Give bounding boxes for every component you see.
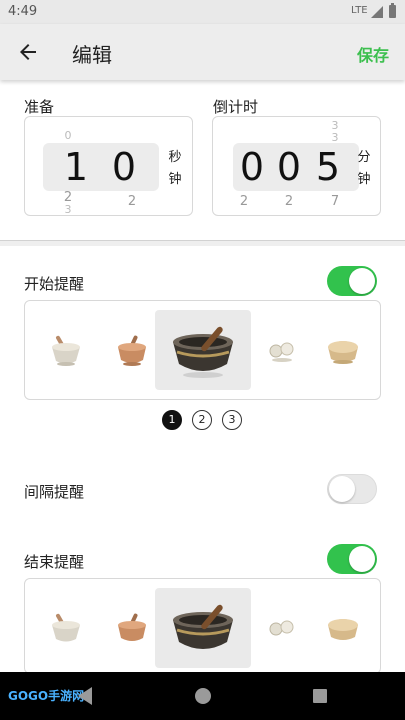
countdown-digit-below: 2 [239, 194, 249, 209]
page-dot[interactable]: 2 [192, 410, 212, 430]
prep-digit-tens[interactable]: 1 [59, 143, 93, 191]
prep-unit-char: 秒 [168, 150, 182, 165]
chimes-icon [269, 620, 294, 636]
back-arrow-icon[interactable] [16, 40, 40, 64]
interval-reminder-label: 间隔提醒 [24, 483, 85, 501]
carousel-pagination: 1 2 3 [162, 410, 244, 432]
system-nav-bar: GOGO手游网 [0, 672, 405, 720]
copper-bowl-icon [118, 613, 146, 641]
prep-digit-ones[interactable]: 0 [107, 143, 141, 191]
sound-option[interactable] [41, 579, 91, 673]
watermark-logo: GOGO手游网 [8, 689, 85, 703]
countdown-unit-char: 钟 [357, 172, 371, 187]
chimes-icon [269, 342, 294, 362]
save-button[interactable]: 保存 [357, 42, 389, 66]
gold-bowl-icon [328, 341, 358, 364]
nav-home-icon[interactable] [195, 688, 211, 704]
countdown-time-picker[interactable]: 3 3 0 0 5 2 2 7 分 钟 [212, 116, 381, 216]
prep-label: 准备 [24, 98, 55, 116]
app-bar: 编辑 保存 [0, 24, 405, 80]
end-sound-carousel[interactable] [24, 578, 381, 674]
start-reminder-toggle[interactable] [327, 266, 377, 296]
toggle-knob [349, 268, 375, 294]
status-bar: 4:49 LTE [0, 0, 405, 24]
section-divider [0, 240, 405, 246]
prep-digit-below: 2 [127, 194, 137, 209]
countdown-label: 倒计时 [213, 98, 259, 116]
signal-icon [371, 6, 383, 18]
sound-option-selected[interactable] [155, 310, 251, 390]
sound-option[interactable] [107, 579, 157, 673]
countdown-digit-below: 7 [330, 194, 340, 209]
singing-bowl-icon [173, 604, 233, 649]
sound-option[interactable] [259, 579, 309, 673]
prep-unit-char: 钟 [168, 172, 182, 187]
page-dot-active[interactable]: 1 [162, 410, 182, 430]
status-time: 4:49 [8, 4, 38, 19]
toggle-knob [349, 546, 375, 572]
sound-option[interactable] [259, 301, 309, 399]
sound-option[interactable] [41, 301, 91, 399]
sound-option[interactable] [321, 301, 371, 399]
mortar-bowl-icon [52, 613, 80, 642]
prep-digit-above: 0 [64, 129, 72, 142]
sound-option[interactable] [321, 579, 371, 673]
toggle-knob [329, 476, 355, 502]
interval-reminder-toggle[interactable] [327, 474, 377, 504]
page-title: 编辑 [72, 43, 112, 67]
singing-bowl-icon [173, 326, 233, 378]
end-reminder-label: 结束提醒 [24, 553, 85, 571]
nav-recents-icon[interactable] [313, 689, 327, 703]
copper-bowl-icon [118, 335, 146, 366]
countdown-unit-char: 分 [357, 150, 371, 165]
page-dot[interactable]: 3 [222, 410, 242, 430]
sound-option-selected[interactable] [155, 588, 251, 668]
sound-option[interactable] [107, 301, 157, 399]
mortar-bowl-icon [52, 335, 80, 366]
start-reminder-label: 开始提醒 [24, 275, 85, 293]
gold-bowl-icon [328, 619, 358, 640]
nav-back-icon[interactable] [78, 687, 92, 705]
start-sound-carousel[interactable] [24, 300, 381, 400]
end-reminder-toggle[interactable] [327, 544, 377, 574]
countdown-digit-below: 2 [284, 194, 294, 209]
prep-time-picker[interactable]: 0 1 0 2 2 3 秒 钟 [24, 116, 193, 216]
countdown-digit-tens[interactable]: 0 [272, 143, 306, 191]
network-type: LTE [351, 5, 368, 16]
countdown-digit-hundreds[interactable]: 0 [235, 143, 269, 191]
battery-icon [389, 3, 396, 18]
prep-digit-below2: 3 [64, 203, 72, 216]
countdown-digit-ones[interactable]: 5 [311, 143, 345, 191]
